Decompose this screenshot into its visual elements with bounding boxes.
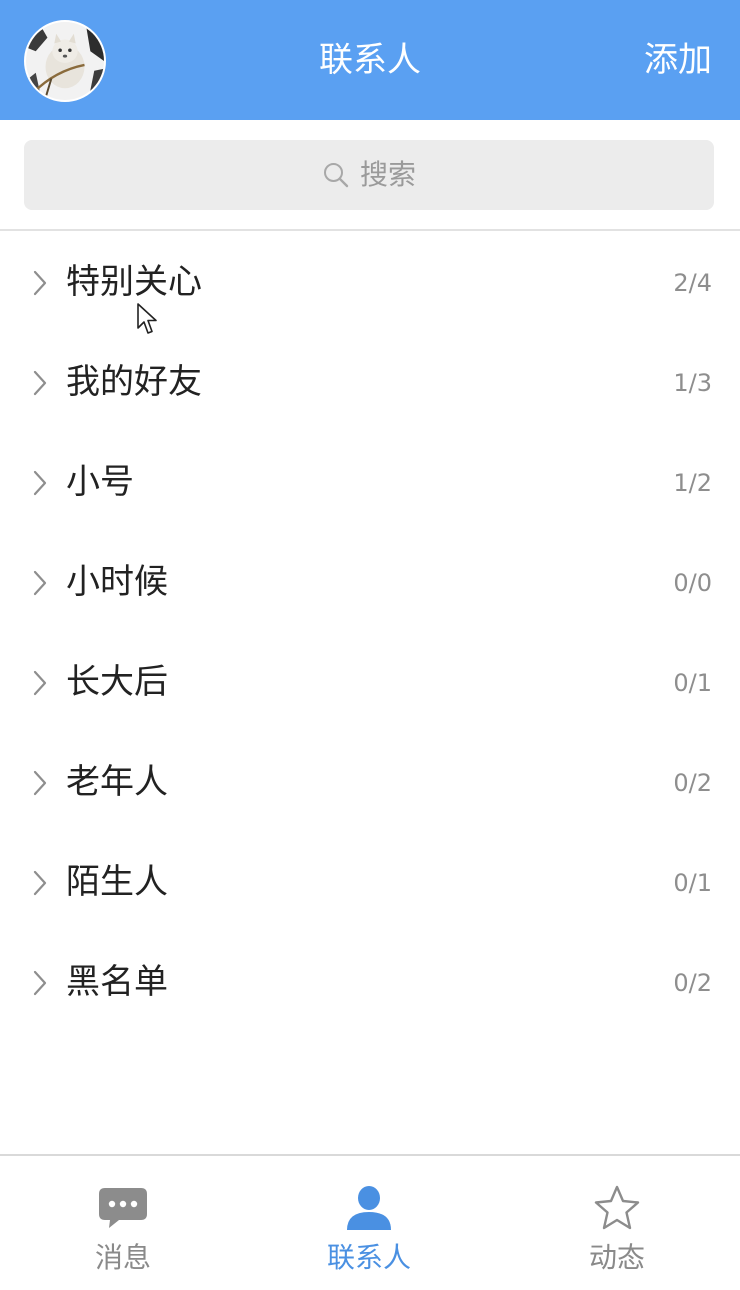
group-row-grown-up[interactable]: 长大后 0/1: [0, 633, 740, 733]
group-name: 长大后: [66, 662, 168, 702]
group-online-count: 0/1: [673, 669, 712, 697]
search-placeholder: 搜索: [359, 158, 416, 191]
message-bubble-icon: [97, 1184, 149, 1232]
tab-label: 消息: [94, 1241, 151, 1274]
group-online-count: 2/4: [673, 269, 712, 297]
group-name: 特别关心: [66, 262, 202, 302]
search-input[interactable]: 搜索: [24, 140, 714, 210]
chevron-right-icon: [30, 868, 50, 898]
group-name: 小号: [66, 462, 134, 502]
group-row-alt-accounts[interactable]: 小号 1/2: [0, 433, 740, 533]
chevron-right-icon: [30, 768, 50, 798]
tab-label: 动态: [588, 1241, 645, 1274]
top-nav-bar: 联系人 添加: [0, 0, 740, 120]
contacts-screen: 联系人 添加 搜索 特别关心 2/4 我的好友 1/3 小号 1/2 小时候 0…: [0, 0, 740, 1290]
chevron-right-icon: [30, 668, 50, 698]
mouse-pointer-icon: [136, 302, 158, 336]
contact-group-list: 特别关心 2/4 我的好友 1/3 小号 1/2 小时候 0/0 长大后 0/1…: [0, 233, 740, 1033]
bottom-tab-bar: 消息 联系人 动态: [0, 1154, 740, 1290]
group-row-childhood[interactable]: 小时候 0/0: [0, 533, 740, 633]
group-online-count: 1/3: [673, 369, 712, 397]
group-name: 陌生人: [66, 862, 168, 902]
group-name: 我的好友: [66, 362, 202, 402]
group-row-special-care[interactable]: 特别关心 2/4: [0, 233, 740, 333]
group-online-count: 1/2: [673, 469, 712, 497]
group-name: 小时候: [66, 562, 168, 602]
group-row-elderly[interactable]: 老年人 0/2: [0, 733, 740, 833]
group-row-blacklist[interactable]: 黑名单 0/2: [0, 933, 740, 1033]
group-row-my-friends[interactable]: 我的好友 1/3: [0, 333, 740, 433]
chevron-right-icon: [30, 368, 50, 398]
group-online-count: 0/0: [673, 569, 712, 597]
page-title: 联系人: [319, 40, 421, 80]
group-online-count: 0/2: [673, 969, 712, 997]
chevron-right-icon: [30, 568, 50, 598]
chevron-right-icon: [30, 268, 50, 298]
add-button[interactable]: 添加: [644, 38, 712, 82]
search-icon: [322, 161, 350, 189]
tab-label: 联系人: [326, 1241, 411, 1274]
star-icon: [591, 1184, 643, 1232]
person-icon: [343, 1184, 395, 1232]
search-section: 搜索: [0, 120, 740, 231]
group-online-count: 0/1: [673, 869, 712, 897]
chevron-right-icon: [30, 468, 50, 498]
tab-messages[interactable]: 消息: [0, 1156, 246, 1290]
tab-moments[interactable]: 动态: [494, 1156, 740, 1290]
group-online-count: 0/2: [673, 769, 712, 797]
group-name: 老年人: [66, 762, 168, 802]
chevron-right-icon: [30, 968, 50, 998]
group-row-strangers[interactable]: 陌生人 0/1: [0, 833, 740, 933]
tab-contacts[interactable]: 联系人: [246, 1156, 492, 1290]
group-name: 黑名单: [66, 962, 168, 1002]
